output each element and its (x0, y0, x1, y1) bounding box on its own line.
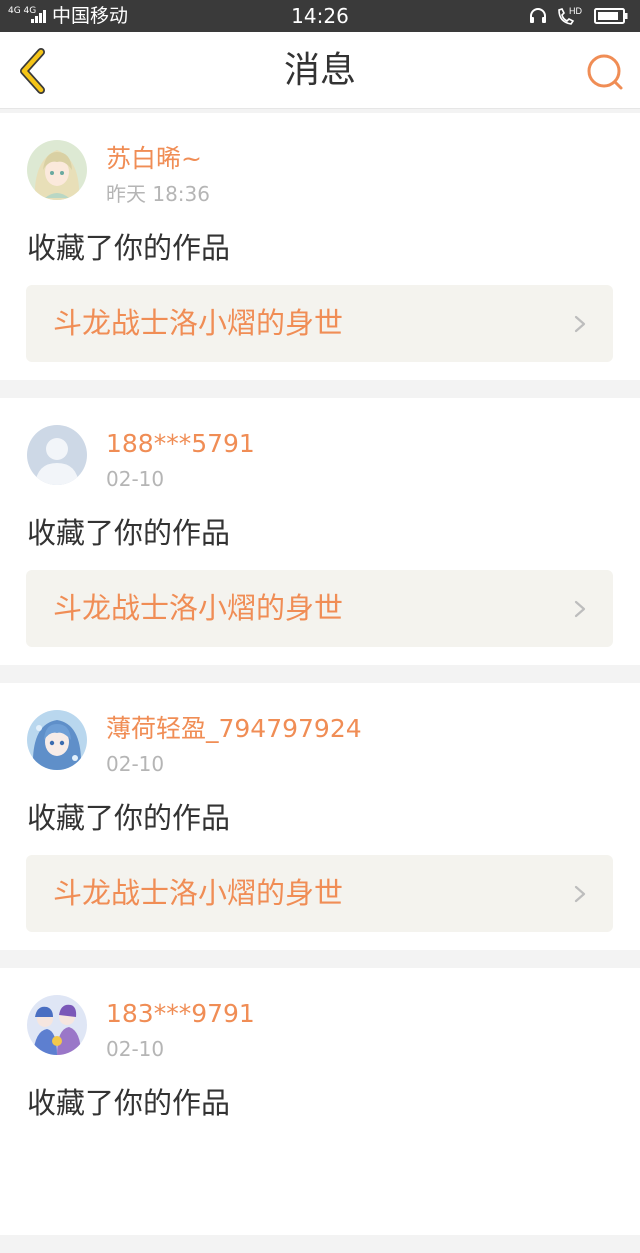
avatar[interactable] (27, 995, 87, 1055)
timestamp: 02-10 (106, 752, 165, 776)
message-card: 薄荷轻盈_794797924 02-10 收藏了你的作品 斗龙战士洛小熠的身世 (0, 683, 640, 950)
avatar[interactable] (27, 425, 87, 485)
status-bar: 4G 4G 中国移动 14:26 HD (0, 0, 640, 32)
work-title: 斗龙战士洛小熠的身世 (53, 591, 344, 625)
message-list: 苏白晞~ 昨天 18:36 收藏了你的作品 斗龙战士洛小熠的身世 188***5… (0, 113, 640, 1253)
chevron-right-icon (574, 600, 586, 618)
avatar[interactable] (27, 140, 87, 200)
username[interactable]: 183***9791 (106, 999, 255, 1029)
timestamp: 02-10 (106, 467, 165, 491)
message-card: 183***9791 02-10 收藏了你的作品 (0, 968, 640, 1235)
headset-icon (530, 8, 546, 23)
work-link[interactable]: 斗龙战士洛小熠的身世 (26, 570, 613, 647)
username[interactable]: 苏白晞~ (106, 144, 202, 174)
hd-label: HD (569, 6, 582, 16)
default-user-avatar (27, 425, 87, 485)
action-text: 收藏了你的作品 (27, 231, 231, 265)
anime-girl-avatar (27, 140, 87, 200)
search-button[interactable] (584, 52, 626, 92)
work-link[interactable]: 斗龙战士洛小熠的身世 (26, 855, 613, 932)
work-link[interactable]: 斗龙战士洛小熠的身世 (26, 285, 613, 362)
anime-blue-avatar (27, 710, 87, 770)
username[interactable]: 188***5791 (106, 429, 255, 459)
chevron-right-icon (574, 885, 586, 903)
action-text: 收藏了你的作品 (27, 801, 231, 835)
page-title: 消息 (283, 50, 356, 91)
avatar[interactable] (27, 710, 87, 770)
anime-group-avatar (27, 995, 87, 1055)
search-icon (587, 54, 623, 90)
timestamp: 02-10 (106, 1037, 165, 1061)
message-card: 苏白晞~ 昨天 18:36 收藏了你的作品 斗龙战士洛小熠的身世 (0, 113, 640, 380)
hd-call-icon: HD (558, 6, 582, 25)
action-text: 收藏了你的作品 (27, 1086, 231, 1120)
chevron-right-icon (574, 315, 586, 333)
battery-icon (594, 8, 628, 24)
timestamp: 昨天 18:36 (106, 182, 210, 206)
username[interactable]: 薄荷轻盈_794797924 (106, 714, 362, 744)
action-text: 收藏了你的作品 (27, 516, 231, 550)
message-card: 188***5791 02-10 收藏了你的作品 斗龙战士洛小熠的身世 (0, 398, 640, 665)
work-title: 斗龙战士洛小熠的身世 (53, 306, 344, 340)
nav-bar: 消息 (0, 32, 640, 109)
work-title: 斗龙战士洛小熠的身世 (53, 876, 344, 910)
